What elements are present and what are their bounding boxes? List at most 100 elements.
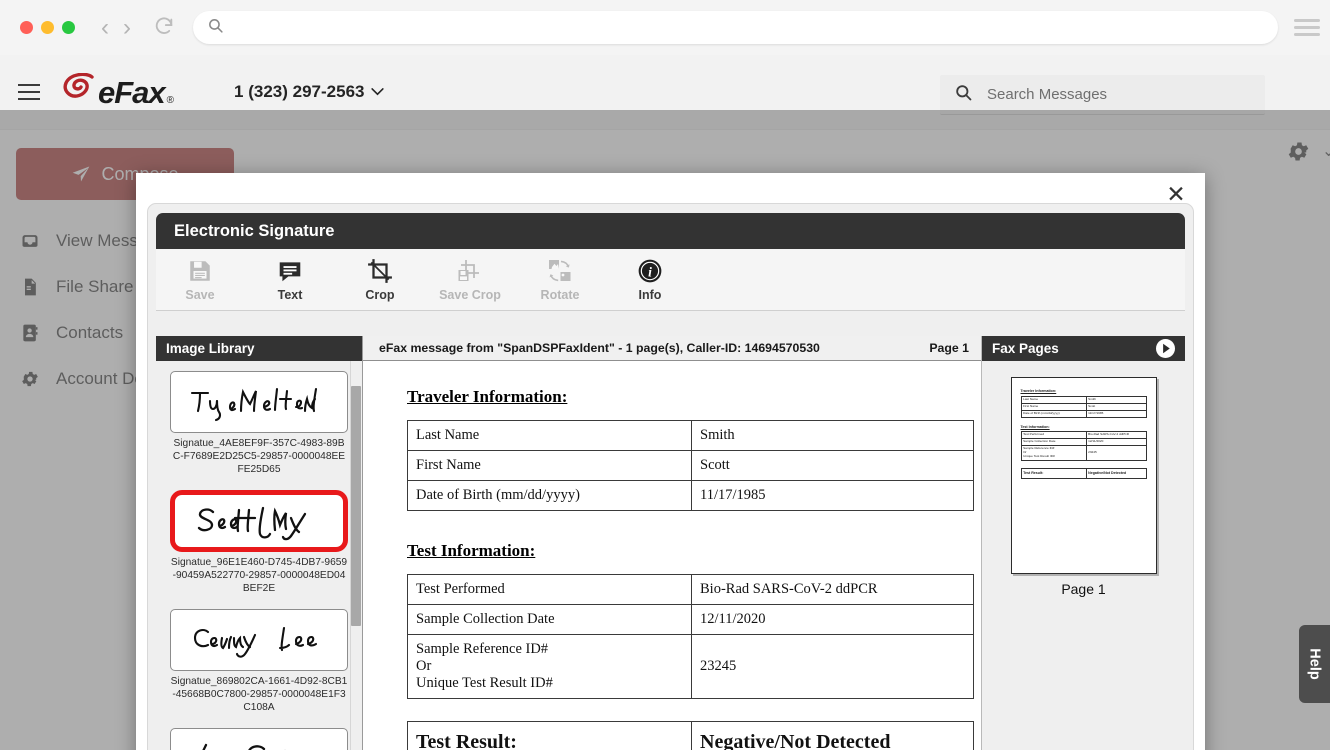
table-cell-key: Test Performed (1021, 432, 1086, 439)
table-cell-key: Sample Collection Date (1021, 439, 1086, 446)
table-cell-key: Last Name (408, 421, 692, 451)
signature-thumbnail[interactable] (170, 728, 348, 750)
table-cell-key: Sample Collection Date (408, 605, 692, 635)
fax-pages-header: Fax Pages (982, 336, 1185, 361)
table-row: Last Name Smith (408, 421, 974, 451)
page-thumbnail[interactable]: Traveler Information: Last Name Smith Fi… (1011, 377, 1157, 574)
table-cell-value: Bio-Rad SARS-CoV-2 ddPCR (692, 575, 974, 605)
signature-item[interactable]: Signatue_869802CA-1661-4D92-8CB1-45668B0… (156, 599, 362, 718)
search-input[interactable] (987, 86, 1217, 103)
toolbar-text-button[interactable]: Text (256, 258, 324, 302)
fax-pages-title: Fax Pages (992, 341, 1059, 356)
app-menu-icon[interactable] (18, 84, 40, 100)
toolbar-save-crop-button[interactable]: Save Crop (436, 258, 504, 302)
document-header-text: eFax message from "SpanDSPFaxIdent" - 1 … (379, 341, 820, 355)
efax-wordmark: eFax (98, 75, 165, 111)
table-cell-value: 23245 (692, 635, 974, 699)
table-row: Test Result: Negative/Not Detected (408, 722, 974, 750)
reload-icon[interactable] (153, 15, 175, 41)
traveler-information-table: Last Name Smith First Name Scott Date of… (407, 420, 974, 511)
table-cell-key: Date of Birth (mm/dd/yyyy) (408, 481, 692, 511)
table-row: Test Result: Negative/Not Detected (1021, 469, 1146, 479)
account-phone-dropdown[interactable]: 1 (323) 297-2563 (234, 82, 384, 102)
document-viewer-panel: eFax message from "SpanDSPFaxIdent" - 1 … (363, 336, 982, 750)
table-cell-value: 11/17/1985 (692, 481, 974, 511)
table-row: Sample Collection Date 12/11/2020 (1021, 439, 1146, 446)
table-row: Last Name Smith (1021, 396, 1146, 403)
table-row: First Name Scott (408, 451, 974, 481)
efax-registered-mark: ® (167, 95, 174, 106)
table-cell-value: Scott (692, 451, 974, 481)
minimize-window-button[interactable] (41, 21, 54, 34)
forward-icon[interactable]: › (117, 16, 137, 40)
table-cell-value: Scott (1086, 403, 1146, 410)
table-cell-key: Last Name (1021, 396, 1086, 403)
table-cell-key: First Name (1021, 403, 1086, 410)
help-tab-button[interactable]: Help (1299, 625, 1330, 703)
fax-page: Traveler Information: Last Name Smith Fi… (363, 361, 981, 750)
svg-text:i: i (648, 264, 652, 279)
browser-address-bar[interactable] (193, 11, 1278, 44)
toolbar-item-label: Rotate (541, 288, 580, 302)
toolbar-item-label: Save (185, 288, 214, 302)
maximize-window-button[interactable] (62, 21, 75, 34)
browser-navigation: ‹ › (95, 16, 137, 40)
close-window-button[interactable] (20, 21, 33, 34)
table-row: Sample Reference ID# Or Unique Test Resu… (408, 635, 974, 699)
fax-pages-panel: Fax Pages Traveler Information: (982, 336, 1185, 750)
signature-thumbnail[interactable] (170, 490, 348, 552)
toolbar-rotate-button[interactable]: Rotate (526, 258, 594, 302)
next-page-button[interactable] (1156, 339, 1175, 358)
table-cell-value: Smith (692, 421, 974, 451)
table-cell-value: 11/17/1985 (1086, 410, 1146, 417)
test-result-value: Negative/Not Detected (1086, 469, 1146, 479)
info-icon: i (637, 258, 663, 284)
account-phone-number: 1 (323) 297-2563 (234, 82, 364, 102)
back-icon[interactable]: ‹ (95, 16, 115, 40)
signature-item-selected[interactable]: Signatue_96E1E460-D745-4DB7-9659-90459A5… (156, 480, 362, 599)
table-row: Sample Reference ID# Or Unique Test Resu… (1021, 446, 1146, 461)
image-library-scrollbar[interactable] (350, 361, 362, 750)
toolbar-item-label: Crop (365, 288, 394, 302)
image-library-list[interactable]: Signatue_4AE8EF9F-357C-4983-89BC-F7689E2… (156, 361, 362, 750)
signature-thumbnail[interactable] (170, 371, 348, 433)
window-traffic-lights (20, 21, 75, 34)
table-cell-key: Sample Reference ID# Or Unique Test Resu… (408, 635, 692, 699)
table-cell-value: 12/11/2020 (1086, 439, 1146, 446)
table-cell-key: Sample Reference ID# Or Unique Test Resu… (1021, 446, 1086, 461)
browser-menu-icon[interactable] (1294, 19, 1320, 36)
table-row: Sample Collection Date 12/11/2020 (408, 605, 974, 635)
toolbar-item-label: Info (639, 288, 662, 302)
signature-thumbnail[interactable] (170, 609, 348, 671)
signature-item[interactable]: Signatue_4AE8EF9F-357C-4983-89BC-F7689E2… (156, 361, 362, 480)
thumb-traveler-title: Traveler Information: (1021, 389, 1147, 393)
toolbar-item-label: Save Crop (439, 288, 501, 302)
crop-icon (367, 258, 393, 284)
signature-item[interactable]: Signatue_EBE8215A-912C-47E2- (156, 718, 362, 750)
play-arrow-icon (1156, 339, 1175, 358)
image-library-header: Image Library (156, 336, 362, 361)
document-header: eFax message from "SpanDSPFaxIdent" - 1 … (363, 336, 981, 361)
document-scroll-area[interactable]: Traveler Information: Last Name Smith Fi… (363, 361, 981, 750)
toolbar-crop-button[interactable]: Crop (346, 258, 414, 302)
signature-label: Signatue_4AE8EF9F-357C-4983-89BC-F7689E2… (170, 437, 348, 476)
toolbar-save-button[interactable]: Save (166, 258, 234, 302)
toolbar-info-button[interactable]: i Info (616, 258, 684, 302)
scrollbar-thumb[interactable] (351, 386, 361, 626)
save-crop-icon (457, 258, 483, 284)
test-result-key: Test Result: (1021, 469, 1086, 479)
electronic-signature-modal: ✕ Electronic Signature Save (136, 173, 1205, 750)
browser-toolbar: ‹ › (0, 0, 1330, 55)
thumb-traveler-table: Last Name Smith First Name Scott Date of… (1021, 396, 1147, 418)
rotate-icon (547, 258, 573, 284)
efax-swirl-icon (62, 73, 98, 112)
signature-courtney-lee-icon (184, 616, 334, 664)
efax-app: eFax ® 1 (323) 297-2563 ⌄ (0, 55, 1330, 750)
text-bubble-icon (277, 258, 303, 284)
image-library-panel: Image Library (156, 336, 363, 750)
search-messages-box[interactable] (940, 75, 1265, 115)
efax-logo[interactable]: eFax ® (62, 73, 174, 112)
table-cell-key: First Name (408, 451, 692, 481)
table-row: Date of Birth (mm/dd/yyyy) 11/17/1985 (1021, 410, 1146, 417)
table-cell-value: 12/11/2020 (692, 605, 974, 635)
